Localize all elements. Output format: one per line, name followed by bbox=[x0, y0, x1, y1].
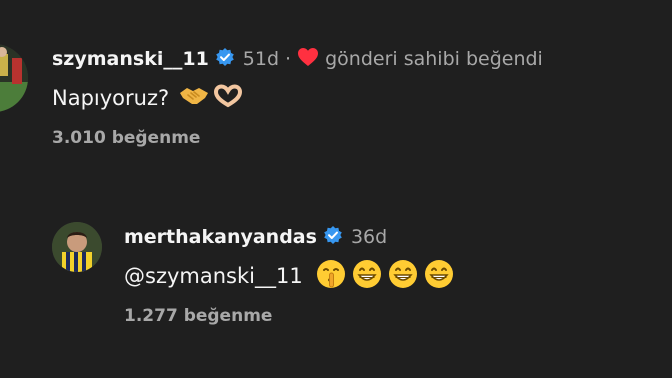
comment-item: merthakanyandas 36d @szymanski__11 1.277… bbox=[52, 222, 455, 326]
separator-dot: · bbox=[285, 48, 292, 70]
handshake-emoji-icon bbox=[179, 85, 209, 112]
heart-icon bbox=[297, 47, 319, 72]
comment-body: szymanski__11 51d · gönderi sahibi beğen… bbox=[52, 44, 543, 148]
comment-likes-count[interactable]: 3.010 beğenme bbox=[52, 128, 543, 148]
comment-username[interactable]: szymanski__11 bbox=[52, 48, 209, 70]
comment-username[interactable]: merthakanyandas bbox=[124, 226, 317, 248]
grinning-face-emoji-icon bbox=[351, 258, 383, 295]
comment-item: szymanski__11 51d · gönderi sahibi beğen… bbox=[0, 44, 543, 148]
comment-time: 36d bbox=[350, 226, 388, 248]
comment-text: Napıyoruz? bbox=[52, 86, 170, 110]
grinning-face-emoji-icon bbox=[387, 258, 419, 295]
avatar[interactable] bbox=[52, 222, 102, 272]
avatar[interactable] bbox=[0, 44, 28, 112]
verified-badge-icon bbox=[215, 47, 235, 72]
comment-mention-link[interactable]: @szymanski__11 bbox=[124, 264, 303, 288]
verified-badge-icon bbox=[323, 225, 343, 250]
comment-body: merthakanyandas 36d @szymanski__11 1.277… bbox=[124, 222, 455, 326]
liked-by-author-label: gönderi sahibi beğendi bbox=[325, 48, 543, 70]
heart-hands-emoji-icon bbox=[213, 83, 243, 113]
shushing-face-emoji-icon bbox=[315, 258, 347, 295]
grinning-face-emoji-icon bbox=[423, 258, 455, 295]
comment-time: 51d bbox=[242, 48, 280, 70]
comment-likes-count[interactable]: 1.277 beğenme bbox=[124, 306, 455, 326]
